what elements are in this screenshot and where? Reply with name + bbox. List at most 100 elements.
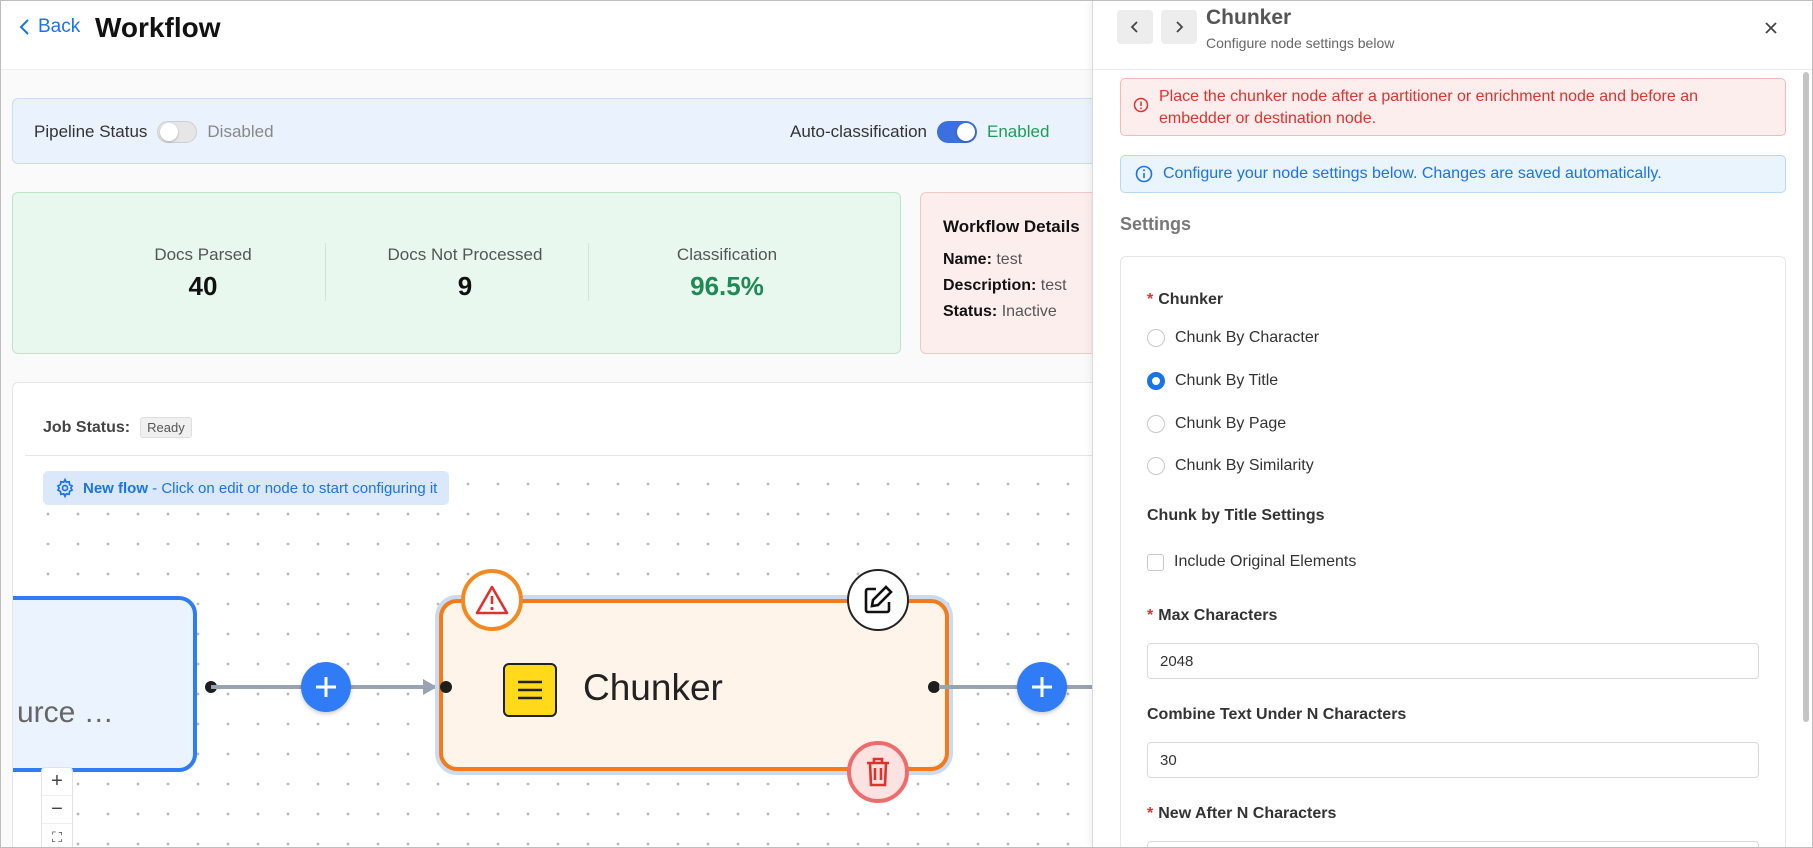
title-settings-heading: Chunk by Title Settings (1147, 507, 1325, 524)
radio-label: Chunk By Page (1175, 415, 1287, 432)
toggle-knob (957, 123, 976, 141)
auto-classification-value: Enabled (987, 122, 1050, 141)
chevron-right-icon (1176, 21, 1184, 33)
pipeline-status-toggle[interactable] (157, 121, 198, 143)
pipeline-status-label: Pipeline Status (34, 122, 148, 141)
plus-icon: + (51, 770, 63, 792)
radio-label: Chunk By Title (1175, 372, 1279, 389)
panel-title: Chunker (1206, 6, 1292, 29)
combine-text-input[interactable] (1147, 742, 1759, 778)
error-text: Place the chunker node after a partition… (1159, 88, 1699, 127)
toggle-knob (160, 123, 179, 141)
fullscreen-icon: ⛶ (52, 829, 62, 845)
new-after-label: * New After N Characters (1147, 805, 1336, 823)
warning-icon (475, 585, 509, 615)
previous-node-button[interactable] (1117, 10, 1153, 44)
max-characters-input[interactable] (1147, 643, 1759, 679)
hint-rest: - Click on edit or node to start configu… (148, 479, 438, 497)
detail-name-label: Name: (943, 251, 992, 268)
pipeline-status: Pipeline Status Disabled (34, 121, 274, 143)
radio-button-selected[interactable] (1147, 372, 1165, 390)
source-node[interactable]: urce … (13, 596, 197, 772)
zoom-in-button[interactable]: + (42, 768, 72, 796)
auto-classification-toggle[interactable] (937, 121, 978, 143)
stat-value: 40 (188, 271, 218, 301)
node-settings-panel: Chunker Configure node settings below Pl… (1092, 0, 1813, 848)
top-bar: Back Workflow (0, 0, 1093, 70)
radio-button[interactable] (1147, 415, 1165, 433)
chevron-left-icon (19, 19, 29, 35)
edit-icon (864, 585, 893, 614)
checkbox-label: Include Original Elements (1174, 553, 1357, 570)
new-after-input[interactable] (1147, 841, 1759, 848)
delete-node-button[interactable] (847, 741, 909, 803)
workflow-main: Back Workflow Pipeline Status Disabled A… (0, 0, 1093, 848)
required-marker: * (1147, 607, 1154, 624)
include-original-elements[interactable]: Include Original Elements (1147, 553, 1356, 571)
radio-chunk-by-character[interactable]: Chunk By Character (1147, 329, 1319, 347)
edge-chunker-next (939, 685, 1093, 689)
radio-chunk-by-similarity[interactable]: Chunk By Similarity (1147, 457, 1314, 475)
panel-scrollbar[interactable] (1803, 72, 1809, 722)
minus-icon: − (51, 798, 63, 820)
settings-heading: Settings (1120, 214, 1192, 234)
page-title: Workflow (95, 12, 221, 43)
workflow-details-heading: Workflow Details (943, 217, 1080, 236)
detail-status-label: Status: (943, 303, 998, 320)
combine-text-label: Combine Text Under N Characters (1147, 706, 1407, 723)
radio-label: Chunk By Similarity (1175, 457, 1314, 474)
next-node-button[interactable] (1161, 10, 1197, 44)
radio-chunk-by-page[interactable]: Chunk By Page (1147, 415, 1286, 433)
stat-value: 9 (457, 271, 473, 301)
placement-error-alert: Place the chunker node after a partition… (1120, 78, 1786, 136)
max-characters-label: * Max Characters (1147, 607, 1277, 625)
menu-lines-icon (503, 663, 557, 717)
detail-status-value: Inactive (1001, 303, 1057, 320)
back-label: Back (38, 16, 81, 37)
required-marker: * (1147, 805, 1154, 822)
stat-docs-not-processed: Docs Not Processed 9 (335, 245, 595, 302)
radio-label: Chunk By Character (1175, 329, 1320, 346)
edit-node-button[interactable] (847, 569, 909, 631)
fit-view-button[interactable]: ⛶ (42, 824, 72, 848)
chunker-node-label: Chunker (583, 667, 723, 708)
stat-label: Classification (676, 245, 778, 264)
detail-status: Status: Inactive (943, 303, 1093, 321)
zoom-out-button[interactable]: − (42, 796, 72, 824)
add-node-button[interactable] (1017, 662, 1067, 712)
close-icon[interactable] (1761, 18, 1781, 38)
hint-text: New flow - Click on edit or node to star… (83, 480, 437, 497)
stat-classification: Classification 96.5% (597, 245, 857, 302)
stat-divider (588, 243, 589, 301)
stat-docs-parsed: Docs Parsed 40 (73, 245, 333, 302)
required-marker: * (1147, 291, 1154, 308)
back-link[interactable]: Back (18, 16, 80, 38)
chunker-field-label: * Chunker (1147, 291, 1223, 309)
stats-card: Docs Parsed 40 Docs Not Processed 9 Clas… (12, 192, 901, 354)
gear-icon (56, 478, 74, 498)
source-node-label: urce … (17, 696, 114, 729)
detail-name-value: test (996, 251, 1023, 268)
max-characters-label-text: Max Characters (1158, 607, 1278, 624)
zoom-controls: + − ⛶ (41, 767, 73, 848)
info-alert: Configure your node settings below. Chan… (1120, 155, 1786, 193)
divider (25, 455, 1093, 456)
info-circle-icon (1135, 165, 1153, 183)
radio-button[interactable] (1147, 329, 1165, 347)
radio-button[interactable] (1147, 457, 1165, 475)
pipeline-status-value: Disabled (207, 122, 274, 141)
add-node-button[interactable] (301, 662, 351, 712)
stat-divider (325, 243, 326, 301)
plus-icon (316, 677, 336, 697)
radio-chunk-by-title[interactable]: Chunk By Title (1147, 372, 1278, 390)
chunker-label-text: Chunker (1158, 291, 1224, 308)
pipeline-status-bar: Pipeline Status Disabled Auto-classifica… (12, 98, 1093, 164)
job-status-label: Job Status: (43, 418, 131, 436)
chunker-input-handle[interactable] (440, 681, 452, 693)
warning-badge (461, 569, 523, 631)
chunker-settings-form: * Chunker Chunk By Character Chunk By Tit… (1120, 256, 1786, 848)
checkbox[interactable] (1147, 553, 1164, 571)
plus-icon (1032, 677, 1052, 697)
auto-classification-label: Auto-classification (790, 122, 928, 141)
workflow-details-card: Workflow Details Name: test Description:… (920, 192, 1093, 354)
